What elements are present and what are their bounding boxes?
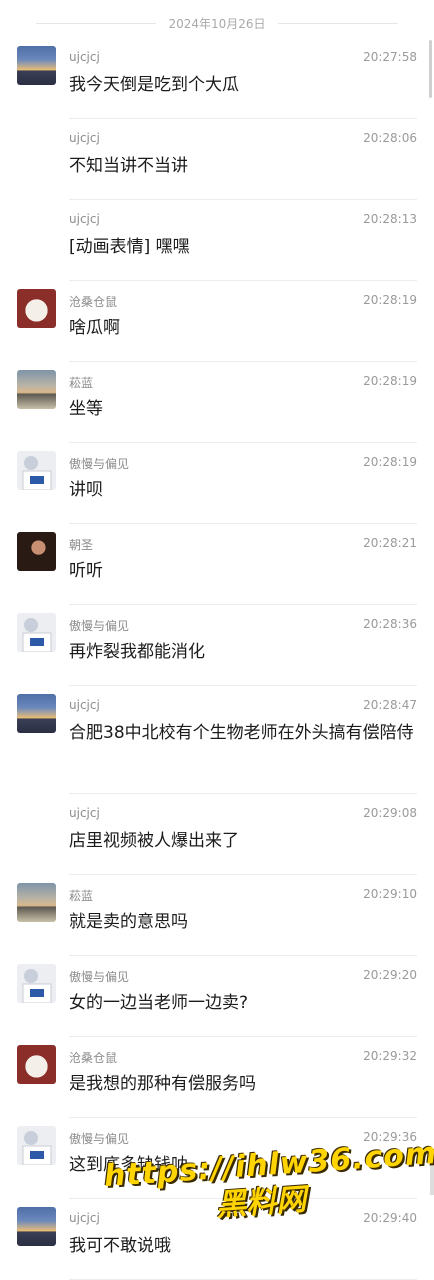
message-time: 20:29:20 [363, 968, 417, 982]
message-list: ujcjcj 20:27:58 我今天倒是吃到个大瓜 ujcjcj 20:28:… [0, 38, 434, 1280]
message-time: 20:27:58 [363, 50, 417, 64]
message-text: 我可不敢说哦 [69, 1236, 171, 1256]
scroll-indicator [430, 1165, 434, 1195]
person-avatar[interactable] [17, 964, 56, 1003]
message-item[interactable]: ujcjcj 20:28:13 [动画表情] 嘿嘿 [0, 200, 434, 281]
message-text: 啥瓜啊 [69, 318, 120, 338]
message-time: 20:29:36 [363, 1130, 417, 1144]
message-text: 合肥38中北校有个生物老师在外头搞有偿陪侍 [69, 723, 414, 743]
message-time: 20:28:06 [363, 131, 417, 145]
message-item[interactable]: ujcjcj 20:27:58 我今天倒是吃到个大瓜 [0, 38, 434, 119]
date-label: 2024年10月26日 [168, 16, 266, 31]
sender-name[interactable]: ujcjcj [69, 50, 100, 64]
message-item[interactable]: 沧桑仓鼠 20:29:32 是我想的那种有偿服务吗 [0, 1037, 434, 1118]
message-item[interactable]: ujcjcj 20:28:06 不知当讲不当讲 [0, 119, 434, 200]
message-text: 是我想的那种有偿服务吗 [69, 1074, 256, 1094]
person-avatar[interactable] [17, 613, 56, 652]
date-divider-line [277, 22, 398, 24]
sender-name[interactable]: 沧桑仓鼠 [69, 293, 117, 310]
dark-avatar[interactable] [17, 532, 56, 571]
message-item[interactable]: ujcjcj 20:28:47 合肥38中北校有个生物老师在外头搞有偿陪侍 [0, 686, 434, 794]
message-text: 讲呗 [69, 480, 103, 500]
message-time: 20:28:19 [363, 293, 417, 307]
sender-name[interactable]: ujcjcj [69, 698, 100, 712]
message-time: 20:28:19 [363, 374, 417, 388]
message-item[interactable]: 傲慢与偏见 20:28:36 再炸裂我都能消化 [0, 605, 434, 686]
person-avatar[interactable] [17, 1126, 56, 1165]
sender-name[interactable]: ujcjcj [69, 131, 100, 145]
message-text: 坐等 [69, 399, 103, 419]
message-text: 就是卖的意思吗 [69, 912, 188, 932]
message-text: 不知当讲不当讲 [69, 156, 188, 176]
message-item[interactable]: 菘蓝 20:29:10 就是卖的意思吗 [0, 875, 434, 956]
sunset-avatar[interactable] [17, 1207, 56, 1246]
message-item[interactable]: 傲慢与偏见 20:28:19 讲呗 [0, 443, 434, 524]
sender-name[interactable]: ujcjcj [69, 806, 100, 820]
message-time: 20:29:10 [363, 887, 417, 901]
message-time: 20:29:32 [363, 1049, 417, 1063]
message-item[interactable]: 沧桑仓鼠 20:28:19 啥瓜啊 [0, 281, 434, 362]
message-time: 20:28:36 [363, 617, 417, 631]
sender-name[interactable]: ujcjcj [69, 1211, 100, 1225]
message-item[interactable]: ujcjcj 20:29:08 店里视频被人爆出来了 [0, 794, 434, 875]
person-avatar[interactable] [17, 451, 56, 490]
message-text: [动画表情] 嘿嘿 [69, 237, 190, 257]
message-item[interactable]: 菘蓝 20:28:19 坐等 [0, 362, 434, 443]
message-time: 20:28:19 [363, 455, 417, 469]
message-text: 女的一边当老师一边卖? [69, 993, 249, 1013]
message-time: 20:29:08 [363, 806, 417, 820]
message-text: 再炸裂我都能消化 [69, 642, 205, 662]
date-separator: 2024年10月26日 [0, 14, 434, 32]
message-item[interactable]: 朝圣 20:28:21 听听 [0, 524, 434, 605]
sender-name[interactable]: 朝圣 [69, 536, 93, 553]
sender-name[interactable]: 傲慢与偏见 [69, 617, 129, 634]
sunset-avatar[interactable] [17, 46, 56, 85]
message-text: 店里视频被人爆出来了 [69, 831, 239, 851]
sender-name[interactable]: 菘蓝 [69, 887, 93, 904]
sender-name[interactable]: 菘蓝 [69, 374, 93, 391]
sender-name[interactable]: 傲慢与偏见 [69, 968, 129, 985]
sender-name[interactable]: 沧桑仓鼠 [69, 1049, 117, 1066]
dog-avatar[interactable] [17, 1045, 56, 1084]
message-time: 20:28:13 [363, 212, 417, 226]
message-item[interactable]: 傲慢与偏见 20:29:20 女的一边当老师一边卖? [0, 956, 434, 1037]
message-text: 这到底多缺钱呐 [69, 1155, 188, 1175]
cloud-avatar[interactable] [17, 883, 56, 922]
message-item[interactable]: 傲慢与偏见 20:29:36 这到底多缺钱呐 [0, 1118, 434, 1199]
cloud-avatar[interactable] [17, 370, 56, 409]
sender-name[interactable]: 傲慢与偏见 [69, 1130, 129, 1147]
dog-avatar[interactable] [17, 289, 56, 328]
message-time: 20:28:21 [363, 536, 417, 550]
message-text: 听听 [69, 561, 103, 581]
sender-name[interactable]: 傲慢与偏见 [69, 455, 129, 472]
sunset-avatar[interactable] [17, 694, 56, 733]
message-item[interactable]: ujcjcj 20:29:40 我可不敢说哦 [0, 1199, 434, 1280]
date-divider-line [36, 22, 157, 24]
message-time: 20:29:40 [363, 1211, 417, 1225]
message-time: 20:28:47 [363, 698, 417, 712]
message-text: 我今天倒是吃到个大瓜 [69, 75, 239, 95]
sender-name[interactable]: ujcjcj [69, 212, 100, 226]
